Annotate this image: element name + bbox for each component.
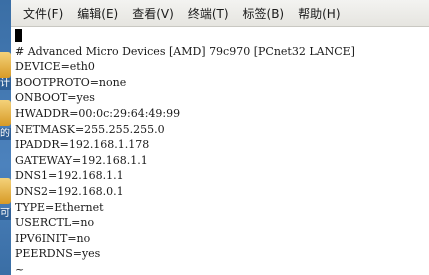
menu-file[interactable]: 文件(F) bbox=[23, 5, 63, 22]
cursor-line bbox=[15, 28, 425, 44]
config-line: PEERDNS=yes bbox=[15, 247, 101, 261]
empty-line-marker: ~ bbox=[15, 262, 25, 275]
config-line: ONBOOT=yes bbox=[15, 91, 95, 105]
desktop-icon-label: 的 bbox=[0, 128, 11, 140]
config-line: DNS1=192.168.1.1 bbox=[15, 169, 124, 183]
menu-terminal[interactable]: 终端(T) bbox=[188, 5, 229, 22]
desktop-background: 计 的 可 bbox=[0, 0, 11, 275]
terminal-window: 文件(F) 编辑(E) 查看(V) 终端(T) 标签(B) 帮助(H) # Ad… bbox=[11, 0, 429, 275]
config-line: GATEWAY=192.168.1.1 bbox=[15, 153, 148, 167]
config-line: TYPE=Ethernet bbox=[15, 200, 104, 214]
folder-icon[interactable] bbox=[0, 100, 11, 126]
config-line: DNS2=192.168.0.1 bbox=[15, 184, 124, 198]
drive-icon[interactable] bbox=[0, 178, 11, 204]
menu-help[interactable]: 帮助(H) bbox=[298, 5, 340, 22]
comment-line: # Advanced Micro Devices [AMD] 79c970 [P… bbox=[15, 44, 355, 58]
folder-icon[interactable] bbox=[0, 52, 11, 78]
terminal-text-area[interactable]: # Advanced Micro Devices [AMD] 79c970 [P… bbox=[15, 28, 425, 275]
desktop-icon-label: 可 bbox=[0, 208, 11, 220]
config-line: NETMASK=255.255.255.0 bbox=[15, 122, 165, 136]
desktop-icon-label: 计 bbox=[0, 78, 11, 90]
config-line: HWADDR=00:0c:29:64:49:99 bbox=[15, 106, 181, 120]
text-cursor bbox=[15, 29, 22, 42]
config-line: BOOTPROTO=none bbox=[15, 75, 127, 89]
menu-edit[interactable]: 编辑(E) bbox=[77, 5, 118, 22]
config-line: IPADDR=192.168.1.178 bbox=[15, 138, 150, 152]
menu-view[interactable]: 查看(V) bbox=[132, 5, 174, 22]
config-line: DEVICE=eth0 bbox=[15, 60, 95, 74]
menu-bar: 文件(F) 编辑(E) 查看(V) 终端(T) 标签(B) 帮助(H) bbox=[11, 0, 429, 27]
config-line: USERCTL=no bbox=[15, 216, 95, 230]
menu-tabs[interactable]: 标签(B) bbox=[243, 5, 285, 22]
config-line: IPV6INIT=no bbox=[15, 231, 91, 245]
